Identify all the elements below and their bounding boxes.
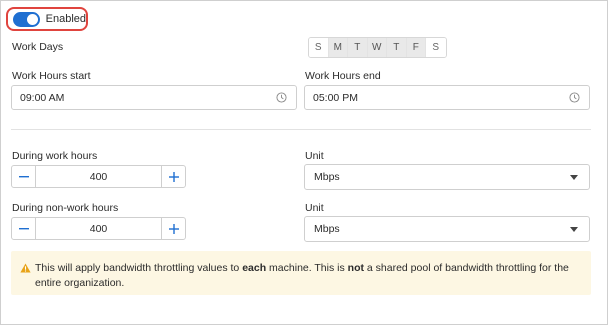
work-hours-value[interactable]: 400: [36, 166, 161, 187]
decrement-button[interactable]: [12, 166, 36, 187]
bandwidth-schedule-panel: Enabled Work Days S M T W T F S Work Hou…: [0, 0, 608, 325]
increment-button[interactable]: [161, 166, 185, 187]
work-hours-label: During work hours: [12, 150, 98, 162]
work-hours-end-label: Work Hours end: [305, 70, 381, 82]
non-work-hours-unit-value: Mbps: [314, 223, 340, 235]
work-hours-start-value: 09:00 AM: [20, 91, 65, 104]
non-work-hours-label: During non-work hours: [12, 202, 119, 214]
increment-button[interactable]: [161, 218, 185, 239]
work-hours-start-label: Work Hours start: [12, 70, 91, 82]
day-saturday[interactable]: S: [426, 38, 446, 57]
day-thursday[interactable]: T: [387, 38, 407, 57]
plus-icon: [168, 223, 179, 234]
warning-icon: [20, 263, 31, 273]
minus-icon: [18, 227, 29, 229]
work-days-selector: S M T W T F S: [308, 37, 447, 58]
decrement-button[interactable]: [12, 218, 36, 239]
work-hours-stepper: 400: [11, 165, 186, 188]
day-friday[interactable]: F: [406, 38, 426, 57]
throttling-notice: This will apply bandwidth throttling val…: [11, 251, 591, 295]
minus-icon: [18, 175, 29, 177]
enabled-toggle[interactable]: Enabled: [6, 7, 88, 31]
work-hours-unit-label: Unit: [305, 150, 324, 162]
day-sunday[interactable]: S: [309, 38, 329, 57]
non-work-hours-stepper: 400: [11, 217, 186, 240]
work-hours-unit-value: Mbps: [314, 171, 340, 183]
plus-icon: [168, 171, 179, 182]
non-work-hours-unit-label: Unit: [305, 202, 324, 214]
work-days-label: Work Days: [12, 41, 64, 53]
caret-down-icon: [570, 175, 578, 180]
caret-down-icon: [570, 227, 578, 232]
day-tuesday[interactable]: T: [348, 38, 368, 57]
toggle-label: Enabled: [45, 13, 86, 25]
work-hours-unit-select[interactable]: Mbps: [304, 164, 590, 190]
notice-text: This will apply bandwidth throttling val…: [35, 262, 569, 289]
toggle-switch[interactable]: [13, 11, 40, 27]
work-hours-end-field[interactable]: 05:00 PM: [304, 85, 590, 110]
work-hours-start-field[interactable]: 09:00 AM: [11, 85, 297, 110]
work-hours-end-value: 05:00 PM: [313, 91, 358, 104]
day-wednesday[interactable]: W: [367, 38, 387, 57]
non-work-hours-unit-select[interactable]: Mbps: [304, 216, 590, 242]
clock-icon: [276, 92, 287, 103]
section-divider: [11, 129, 591, 130]
clock-icon: [569, 92, 580, 103]
non-work-hours-value[interactable]: 400: [36, 218, 161, 239]
day-monday[interactable]: M: [328, 38, 348, 57]
